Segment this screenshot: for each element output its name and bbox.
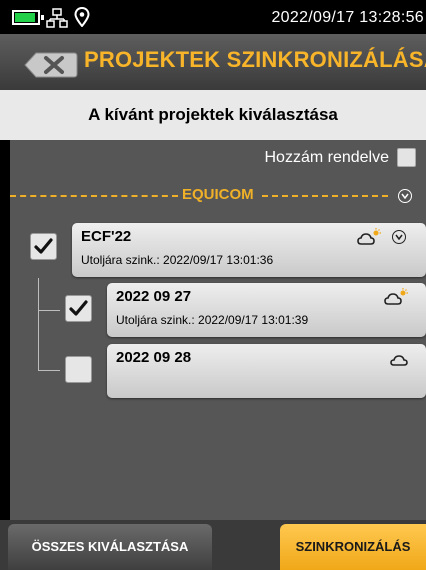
- cloud-sun-icon: [357, 228, 381, 245]
- app-header: PROJEKTEK SZINKRONIZÁLÁSA: [0, 34, 426, 90]
- cloud-sun-icon: [384, 288, 408, 305]
- group-header[interactable]: EQUICOM: [10, 186, 426, 206]
- project-checkbox[interactable]: [30, 233, 57, 260]
- group-collapse-chevron-icon[interactable]: [398, 189, 412, 203]
- tree-connector: [38, 370, 60, 371]
- network-icon: [46, 8, 68, 28]
- assigned-to-me-label: Hozzám rendelve: [264, 148, 390, 166]
- battery-icon: [12, 10, 44, 25]
- project-card[interactable]: 2022 09 27 Utoljára szink.: 2022/09/17 1…: [107, 283, 426, 337]
- bezel: [0, 140, 10, 520]
- group-name: EQUICOM: [180, 186, 256, 203]
- project-name: ECF'22: [81, 228, 132, 245]
- tree-connector: [38, 310, 60, 311]
- status-bar: 2022/09/17 13:28:56: [0, 0, 426, 34]
- page-title: PROJEKTEK SZINKRONIZÁLÁSA: [84, 47, 426, 72]
- synchronize-button[interactable]: SZINKRONIZÁLÁS: [280, 524, 426, 570]
- cloud-icon: [390, 355, 408, 366]
- project-last-sync: Utoljára szink.: 2022/09/17 13:01:36: [81, 253, 274, 267]
- project-expand-chevron-icon[interactable]: [392, 230, 406, 244]
- project-checkbox[interactable]: [65, 356, 92, 383]
- action-bar: ÖSSZES KIVÁLASZTÁSA SZINKRONIZÁLÁS: [0, 520, 426, 570]
- project-name: 2022 09 27: [116, 288, 192, 305]
- project-card[interactable]: ECF'22 Utoljára szink.: 2022/09/17 13:01…: [72, 223, 426, 277]
- tree-connector: [38, 278, 39, 370]
- location-pin-icon: [74, 7, 90, 27]
- project-last-sync: Utoljára szink.: 2022/09/17 13:01:39: [116, 313, 309, 327]
- status-datetime: 2022/09/17 13:28:56: [271, 9, 424, 26]
- project-list-panel: Hozzám rendelve EQUICOM ECF'22 Utoljára …: [10, 140, 426, 520]
- project-name: 2022 09 28: [116, 349, 192, 366]
- assigned-to-me-checkbox[interactable]: [397, 148, 416, 167]
- instruction-bar: A kívánt projektek kiválasztása: [0, 90, 426, 140]
- project-card[interactable]: 2022 09 28: [107, 344, 426, 398]
- select-all-button[interactable]: ÖSSZES KIVÁLASZTÁSA: [8, 524, 212, 570]
- close-x-icon[interactable]: [24, 52, 78, 78]
- group-divider-left: [10, 195, 178, 197]
- assigned-to-me-filter[interactable]: Hozzám rendelve: [264, 148, 416, 167]
- group-divider-right: [262, 195, 388, 197]
- project-checkbox[interactable]: [65, 295, 92, 322]
